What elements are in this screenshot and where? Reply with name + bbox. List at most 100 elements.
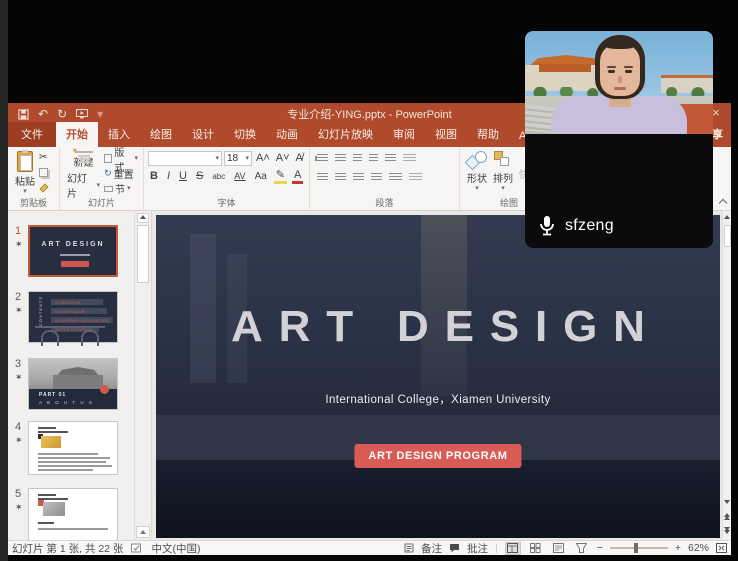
dropdown-arrow-icon: ▾ (245, 156, 249, 161)
align-left-icon[interactable] (317, 173, 328, 182)
change-case-button[interactable]: Aa (253, 171, 269, 182)
scroll-up-icon[interactable] (724, 214, 731, 223)
numbering-icon[interactable] (335, 154, 346, 163)
slideshow-view-button[interactable] (574, 542, 590, 555)
group-label-paragraph: 段落 (310, 196, 459, 209)
slide-thumbnail-5[interactable] (28, 488, 118, 540)
slide-counter: 幻灯片 第 1 张, 共 22 张 (12, 541, 123, 556)
spell-check-icon[interactable] (131, 543, 143, 553)
font-size-combo[interactable]: 18▾ (224, 151, 252, 166)
section-button[interactable]: 节▾ (103, 181, 139, 196)
tab-help[interactable]: 帮助 (467, 122, 509, 147)
font-name-combo[interactable]: ▾ (148, 151, 222, 166)
slide-scrollbar[interactable] (722, 211, 731, 540)
increase-font-button[interactable]: A˄ (254, 152, 272, 164)
columns-icon[interactable] (389, 173, 402, 182)
slide-subtitle[interactable]: International College，Xiamen University (156, 391, 720, 407)
zoom-slider-thumb[interactable] (634, 543, 638, 553)
zoom-out-button[interactable]: − (597, 542, 603, 554)
italic-button[interactable]: I (165, 170, 172, 182)
highlight-color-button[interactable]: ✎ (274, 168, 287, 184)
tab-design[interactable]: 设计 (182, 122, 224, 147)
slide-thumbnail-1[interactable]: ART DESIGN (28, 225, 118, 277)
current-slide[interactable]: ART DESIGN International College，Xiamen … (156, 215, 720, 538)
copy-icon (39, 168, 48, 177)
comments-button[interactable]: 批注 (467, 541, 488, 556)
decrease-indent-icon[interactable] (353, 154, 362, 163)
slide-thumbnail-4[interactable] (28, 421, 118, 475)
justify-icon[interactable] (371, 173, 382, 182)
shapes-button[interactable]: 形状 ▾ (464, 150, 490, 198)
slide-thumbnail-3[interactable]: PART 01 A B O U T U S (28, 358, 118, 410)
slide-thumbnail-2[interactable]: CONTENTS 01 ABOUT US 02 OUR MAJOR 03 PAR… (28, 291, 118, 343)
zoom-slider[interactable] (610, 547, 668, 549)
increase-indent-icon[interactable] (369, 154, 378, 163)
animation-star-icon: ✶ (15, 239, 23, 250)
next-slide-icon[interactable] (724, 527, 731, 536)
line-spacing-icon[interactable] (385, 154, 396, 163)
zoom-level[interactable]: 62% (688, 542, 709, 554)
tab-review[interactable]: 审阅 (383, 122, 425, 147)
cut-button[interactable]: ✂ (38, 150, 50, 165)
dropdown-arrow-icon: ▾ (501, 186, 505, 191)
slide-number-5: 5 (15, 488, 29, 500)
tab-slideshow[interactable]: 幻灯片放映 (308, 122, 383, 147)
thumbnail-scrollbar[interactable] (134, 211, 151, 540)
layout-button[interactable]: 版式▾ (103, 151, 139, 166)
convert-smartart-icon[interactable] (409, 173, 422, 182)
thumb2-item2: 02 OUR MAJOR (55, 309, 85, 314)
character-spacing-button[interactable]: AV (232, 171, 247, 181)
normal-view-button[interactable] (505, 542, 521, 555)
decrease-font-button[interactable]: A˅ (274, 152, 292, 164)
slide-title[interactable]: ART DESIGN (156, 302, 720, 352)
tab-transitions[interactable]: 切换 (224, 122, 266, 147)
fit-to-window-icon[interactable] (716, 543, 727, 553)
undo-icon[interactable]: ↶ (38, 107, 48, 121)
animation-star-icon: ✶ (15, 305, 23, 316)
notes-button[interactable]: 备注 (421, 541, 442, 556)
scroll-thumb[interactable] (724, 225, 731, 247)
tab-draw[interactable]: 绘图 (140, 122, 182, 147)
align-center-icon[interactable] (335, 173, 346, 182)
tab-file[interactable]: 文件 (8, 122, 56, 147)
text-direction-icon[interactable] (403, 154, 416, 163)
language-indicator[interactable]: 中文(中国) (151, 541, 200, 556)
scroll-up-icon[interactable] (137, 213, 149, 223)
arrange-icon (494, 151, 512, 169)
new-slide-button[interactable]: 新建 幻灯片▾ (64, 150, 103, 198)
paste-button[interactable]: 粘贴 ▾ (12, 150, 38, 198)
text-shadow-button[interactable]: abc (210, 172, 227, 181)
collapse-ribbon-icon[interactable] (719, 199, 727, 207)
reading-view-button[interactable] (551, 542, 567, 555)
font-color-button[interactable]: A (292, 169, 303, 184)
clear-formatting-button[interactable]: A̸ (294, 152, 305, 164)
format-painter-button[interactable] (38, 180, 50, 195)
dropdown-arrow-icon: ▾ (475, 186, 479, 191)
group-slides: 新建 幻灯片▾ 版式▾ ↻重置 节▾ 幻灯片 (60, 147, 144, 210)
customize-qat-icon[interactable]: ▾ (97, 107, 103, 121)
arrange-button[interactable]: 排列 ▾ (490, 150, 516, 198)
reset-button[interactable]: ↻重置 (103, 166, 139, 181)
save-icon[interactable] (18, 109, 29, 120)
strikethrough-button[interactable]: S (194, 170, 205, 182)
previous-slide-icon[interactable] (724, 513, 731, 522)
slide-sorter-view-button[interactable] (528, 542, 544, 555)
thumb3-title-bar: PART 01 A B O U T U S (29, 389, 117, 409)
slide-program-button[interactable]: ART DESIGN PROGRAM (354, 444, 521, 468)
tab-animations[interactable]: 动画 (266, 122, 308, 147)
panel-splitter-icon[interactable] (136, 526, 150, 538)
bullets-icon[interactable] (317, 154, 328, 163)
tab-view[interactable]: 视图 (425, 122, 467, 147)
bold-button[interactable]: B (148, 170, 160, 182)
participant-name: sfzeng (565, 217, 614, 235)
webcam-tile[interactable]: sfzeng (525, 31, 713, 248)
copy-button[interactable] (38, 165, 50, 180)
tab-home[interactable]: 开始 (56, 122, 98, 147)
zoom-in-button[interactable]: + (675, 542, 681, 554)
align-right-icon[interactable] (353, 173, 364, 182)
underline-button[interactable]: U (177, 170, 189, 182)
redo-icon[interactable]: ↻ (57, 107, 67, 121)
scroll-down-icon[interactable] (724, 499, 731, 508)
start-slideshow-icon[interactable] (76, 109, 88, 119)
thumbnail-scroll-thumb[interactable] (137, 225, 149, 283)
